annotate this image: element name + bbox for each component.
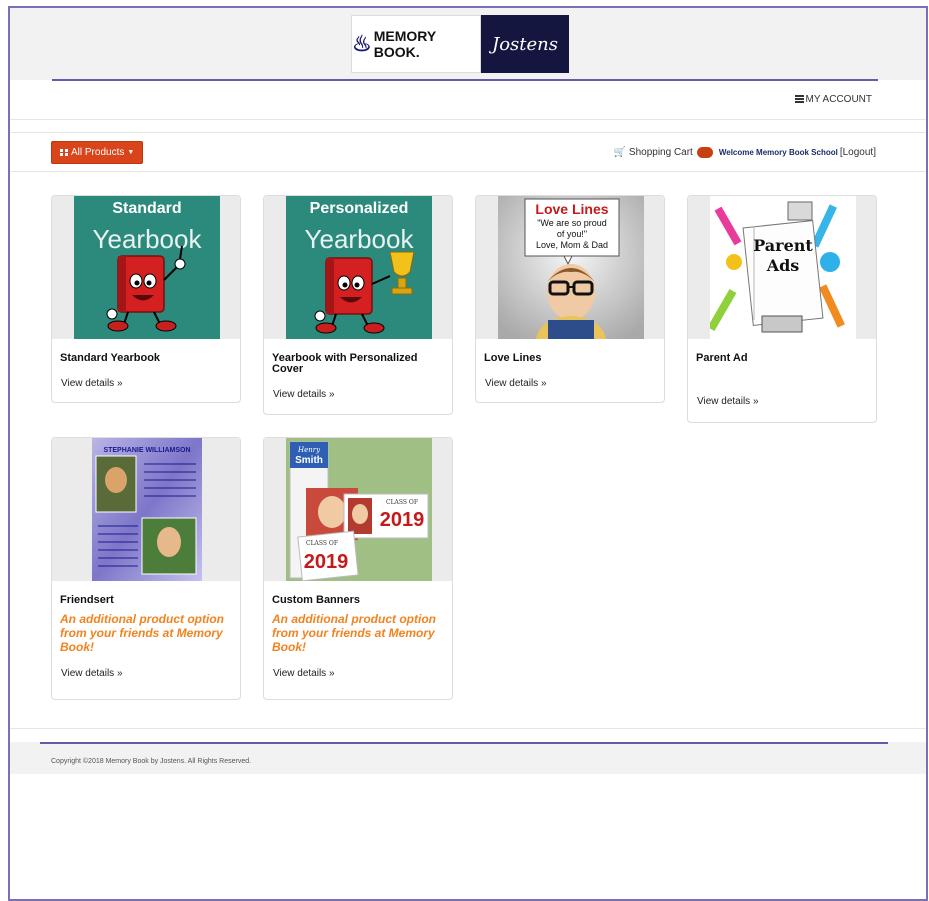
product-promo-text: An additional product option from your f… — [272, 612, 436, 654]
custom-banners-image: Henry Smith CLASS OF 2019 CLASS OF 2019 — [286, 438, 432, 581]
product-title[interactable]: Standard Yearbook — [60, 353, 232, 364]
product-title[interactable]: Yearbook with Personalized Cover — [272, 353, 444, 375]
image-quote-line2: of you!" — [557, 229, 587, 239]
jostens-logo-text: Jostens — [491, 33, 558, 55]
jostens-logo: Jostens — [481, 15, 569, 73]
image-heading-line2: Ads — [766, 256, 800, 275]
my-account-link[interactable]: MY ACCOUNT — [794, 94, 873, 105]
image-year-label-2: 2019 — [304, 551, 349, 573]
friendsert-image: STEPHANIE WILLIAMSON — [92, 438, 202, 581]
image-script: Yearbook — [93, 224, 203, 254]
view-details-link[interactable]: View details » — [61, 378, 232, 389]
product-image[interactable]: Parent Ads — [688, 196, 876, 339]
shopping-cart-link[interactable]: Shopping Cart — [629, 147, 693, 158]
product-title[interactable]: Custom Banners — [272, 595, 444, 606]
view-details-link[interactable]: View details » — [273, 389, 444, 400]
image-heading: Personalized — [310, 200, 409, 217]
toolbar: All Products ▼ 🛒 Shopping Cart Welcome M… — [10, 132, 926, 172]
image-class-label: CLASS OF — [386, 499, 418, 506]
image-year-label: 2019 — [380, 509, 425, 531]
product-card[interactable]: Standard Yearbook Standard Yearbook View… — [51, 195, 241, 403]
site-footer: Copyright ©2018 Memory Book by Jostens. … — [10, 742, 926, 774]
image-quote-line3: Love, Mom & Dad — [536, 240, 608, 250]
product-title[interactable]: Parent Ad — [696, 353, 868, 364]
product-card[interactable]: Henry Smith CLASS OF 2019 CLASS OF 2019 … — [263, 437, 453, 700]
image-heading: Love Lines — [535, 201, 608, 217]
view-details-link[interactable]: View details » — [697, 396, 868, 407]
product-title[interactable]: Love Lines — [484, 353, 656, 364]
elephant-icon: ♨ — [352, 31, 372, 56]
product-image[interactable]: STEPHANIE WILLIAMSON — [52, 438, 240, 581]
cart-area: 🛒 Shopping Cart Welcome Memory Book Scho… — [613, 147, 876, 158]
memory-book-logo-text: MEMORY BOOK. — [373, 28, 436, 60]
product-image[interactable]: Standard Yearbook — [52, 196, 240, 339]
welcome-text: Welcome Memory Book School — [718, 148, 838, 157]
logout-link[interactable]: [Logout] — [840, 147, 876, 158]
personalized-yearbook-image: Personalized Yearbook — [286, 196, 432, 339]
caret-down-icon: ▼ — [127, 149, 135, 156]
product-card[interactable]: Personalized Yearbook Yearbook with Pers… — [263, 195, 453, 415]
product-title[interactable]: Friendsert — [60, 595, 232, 606]
cart-icon[interactable]: 🛒 — [613, 147, 625, 158]
product-image[interactable]: Love Lines "We are so proud of you!" Lov… — [476, 196, 664, 339]
copyright-text: Copyright ©2018 Memory Book by Jostens. … — [51, 758, 252, 765]
product-promo-text: An additional product option from your f… — [60, 612, 224, 654]
image-name-line2: Smith — [295, 455, 323, 466]
site-header: ♨ MEMORY BOOK. Jostens — [10, 8, 926, 80]
site-logo[interactable]: ♨ MEMORY BOOK. Jostens — [351, 15, 569, 73]
footer-divider — [40, 742, 888, 744]
all-products-label: All Products — [71, 147, 125, 158]
product-card[interactable]: STEPHANIE WILLIAMSON Friendsert An addit… — [51, 437, 241, 700]
parent-ads-image: Parent Ads — [710, 196, 856, 339]
product-card[interactable]: Parent Ads Parent Ad View details » — [687, 195, 877, 423]
page-frame: ♨ MEMORY BOOK. Jostens MY ACCOUNT All Pr… — [8, 6, 928, 901]
all-products-button[interactable]: All Products ▼ — [51, 141, 144, 164]
grid-icon — [60, 149, 68, 156]
image-heading: Standard — [112, 200, 181, 217]
view-details-link[interactable]: View details » — [61, 668, 232, 679]
grid-icon — [794, 95, 804, 103]
image-heading: STEPHANIE WILLIAMSON — [103, 447, 190, 454]
view-details-link[interactable]: View details » — [273, 668, 444, 679]
image-class-label-2: CLASS OF — [306, 540, 338, 547]
product-image[interactable]: Personalized Yearbook — [264, 196, 452, 339]
content-divider — [10, 728, 926, 729]
memory-book-logo: ♨ MEMORY BOOK. — [351, 15, 481, 73]
account-bar: MY ACCOUNT — [10, 81, 926, 120]
image-name-line1: Henry — [297, 446, 321, 454]
standard-yearbook-image: Standard Yearbook — [74, 196, 220, 339]
product-card[interactable]: Love Lines "We are so proud of you!" Lov… — [475, 195, 665, 403]
product-image[interactable]: Henry Smith CLASS OF 2019 CLASS OF 2019 — [264, 438, 452, 581]
image-quote-line1: "We are so proud — [537, 218, 607, 228]
image-heading-line1: Parent — [753, 236, 813, 255]
image-script: Yearbook — [305, 224, 415, 254]
love-lines-image: Love Lines "We are so proud of you!" Lov… — [498, 196, 644, 339]
my-account-label: MY ACCOUNT — [805, 94, 873, 105]
cart-count-badge — [696, 147, 713, 158]
view-details-link[interactable]: View details » — [485, 378, 656, 389]
